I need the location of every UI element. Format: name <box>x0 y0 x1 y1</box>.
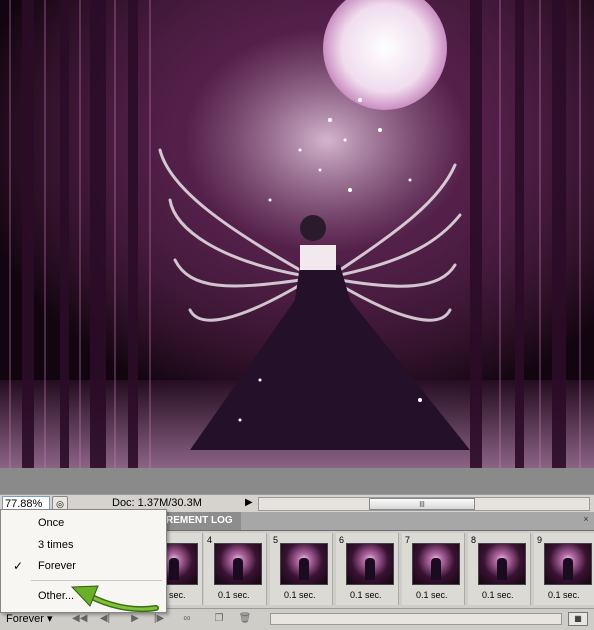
annotation-arrow-icon <box>70 585 159 613</box>
